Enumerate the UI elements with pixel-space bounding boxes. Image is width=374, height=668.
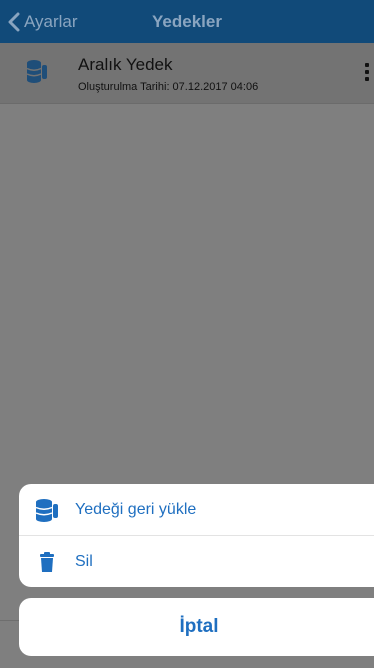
trash-icon bbox=[19, 551, 75, 572]
action-sheet: Yedeği geri yükle Sil bbox=[19, 484, 374, 587]
database-icon bbox=[19, 498, 75, 522]
cancel-button[interactable]: İptal bbox=[19, 598, 374, 656]
delete-label: Sil bbox=[75, 552, 93, 570]
list-item[interactable]: Aralık Yedek Oluşturulma Tarihi: 07.12.2… bbox=[0, 43, 374, 104]
restore-backup-button[interactable]: Yedeği geri yükle bbox=[19, 484, 374, 536]
database-icon bbox=[26, 59, 48, 88]
backup-name: Aralık Yedek bbox=[78, 55, 173, 74]
delete-button[interactable]: Sil bbox=[19, 536, 374, 587]
backup-date: Oluşturulma Tarihi: 07.12.2017 04:06 bbox=[78, 81, 259, 93]
navigation-bar: Ayarlar Yedekler bbox=[0, 0, 374, 43]
divider bbox=[0, 620, 19, 621]
restore-label: Yedeği geri yükle bbox=[75, 500, 197, 518]
page-title: Yedekler bbox=[152, 11, 222, 31]
more-options-icon[interactable] bbox=[364, 63, 370, 81]
